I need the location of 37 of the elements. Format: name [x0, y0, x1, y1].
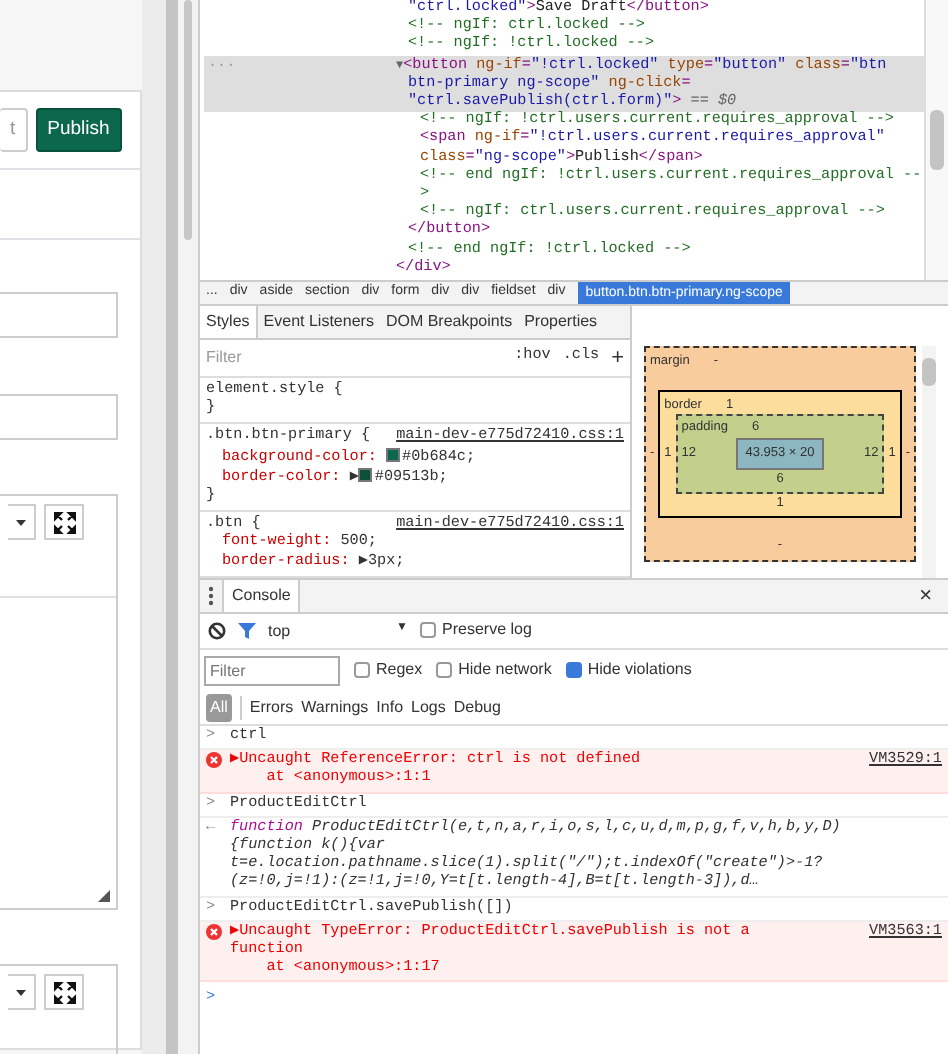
text-field[interactable] — [0, 394, 118, 441]
add-rule-button[interactable]: + — [611, 347, 624, 369]
fullscreen-button[interactable] — [44, 974, 84, 1011]
more-options-icon[interactable] — [208, 586, 214, 606]
console-tab[interactable]: Console — [222, 580, 301, 612]
panel-tab[interactable]: DOM Breakpoints — [379, 306, 519, 338]
panel-tab[interactable]: Styles — [200, 306, 258, 338]
caret-icon — [16, 989, 26, 996]
checkbox[interactable]: Preserve log — [420, 617, 532, 641]
level-filter[interactable]: Warnings — [301, 695, 369, 719]
scrollbar[interactable] — [922, 346, 936, 578]
scrollbar[interactable] — [924, 0, 948, 280]
dropdown-button[interactable] — [8, 974, 36, 1011]
checkbox[interactable]: Hide violations — [565, 658, 692, 682]
resize-handle-icon[interactable] — [98, 890, 110, 903]
filter-icon[interactable] — [238, 622, 256, 640]
fullscreen-button[interactable] — [44, 504, 84, 541]
error-icon — [206, 923, 222, 940]
expand-icon — [53, 511, 75, 534]
publish-button[interactable]: Publish — [35, 108, 122, 153]
scrollbar[interactable] — [178, 0, 200, 1054]
dropdown-button[interactable] — [8, 504, 36, 541]
level-filter[interactable]: Debug — [453, 695, 501, 719]
level-filter[interactable]: Info — [376, 695, 404, 719]
error-icon — [206, 752, 222, 769]
level-filter[interactable]: Errors — [249, 695, 294, 719]
checkbox[interactable]: Regex — [354, 658, 423, 682]
level-filter[interactable]: Logs — [411, 695, 446, 719]
close-button[interactable]: × — [903, 580, 948, 612]
checkbox[interactable]: Hide network — [436, 658, 552, 682]
clear-console-icon[interactable] — [208, 622, 226, 640]
filter-field[interactable]: Filter — [204, 655, 340, 685]
text-field[interactable] — [0, 292, 118, 339]
caret-icon — [16, 519, 26, 526]
panel-tab[interactable]: Properties — [518, 306, 604, 338]
expand-icon — [53, 981, 75, 1004]
panel-tab[interactable]: Event Listeners — [257, 306, 380, 338]
